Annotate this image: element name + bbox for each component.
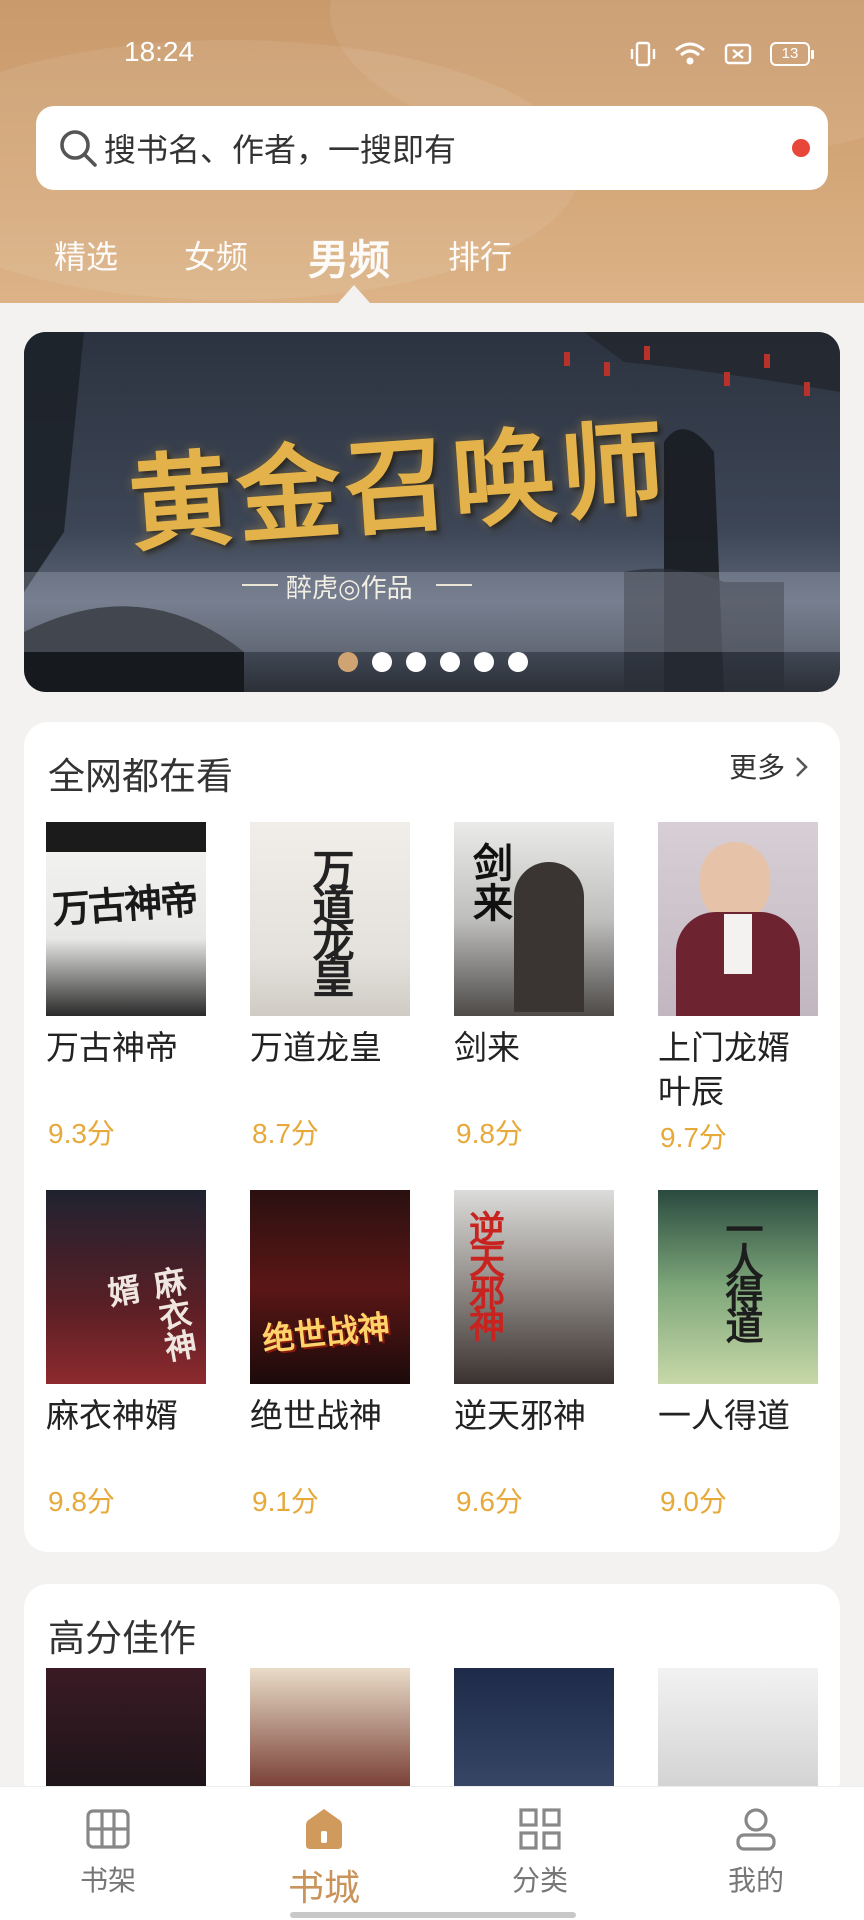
cover-text: 麻衣神婿 <box>100 1263 201 1365</box>
book-title: 逆天邪神 <box>454 1396 586 1435</box>
section-title: 全网都在看 <box>48 755 233 798</box>
book-title: 绝世战神 <box>250 1396 382 1435</box>
sim-off-icon <box>724 43 752 65</box>
book-cover: 逆天邪神 <box>454 1190 614 1384</box>
grid-icon <box>519 1808 561 1850</box>
book-score: 9.0分 <box>660 1486 727 1517</box>
status-icons: 13 <box>630 40 814 68</box>
cover-text: 逆天邪神 <box>463 1210 505 1338</box>
tab-ranking[interactable]: 排行 <box>448 232 512 278</box>
divider <box>242 584 278 586</box>
home-indicator[interactable] <box>290 1912 576 1918</box>
search-placeholder: 搜书名、作者，一搜即有 <box>104 131 457 169</box>
user-icon <box>736 1808 776 1851</box>
banner-author: 醉虎◎作品 <box>286 574 413 604</box>
bottom-nav: 书架 书城 分类 我的 <box>0 1786 864 1920</box>
more-link[interactable]: 更多 <box>729 746 810 786</box>
vibrate-icon <box>630 41 656 67</box>
book-cover[interactable] <box>454 1668 614 1804</box>
nav-bookstore[interactable]: 书城 <box>264 1805 384 1911</box>
book-score: 9.1分 <box>252 1486 319 1517</box>
section-top-rated: 高分佳作 <box>24 1584 840 1804</box>
category-tabs: 精选 女频 男频 排行 <box>0 222 864 284</box>
book-item[interactable]: 上门龙婿叶辰 <box>658 822 818 1114</box>
book-score: 9.8分 <box>48 1486 115 1517</box>
notification-dot <box>792 139 810 157</box>
nav-label: 分类 <box>511 1864 568 1897</box>
promo-banner[interactable]: 黄金召唤师 醉虎◎作品 <box>24 332 840 692</box>
tab-male[interactable]: 男频 <box>308 226 390 286</box>
book-item[interactable]: 万道龙皇 万道龙皇 <box>250 822 410 1070</box>
battery-icon: 13 <box>770 42 814 66</box>
cover-figure-head <box>700 842 770 922</box>
search-bar[interactable]: 搜书名、作者，一搜即有 <box>36 106 828 190</box>
book-score: 9.8分 <box>456 1118 523 1149</box>
book-cover: 麻衣神婿 <box>46 1190 206 1384</box>
book-score: 9.7分 <box>660 1122 727 1153</box>
book-score: 9.6分 <box>456 1486 523 1517</box>
wifi-icon <box>675 42 705 65</box>
book-score: 8.7分 <box>252 1118 319 1149</box>
nav-label: 书城 <box>287 1868 360 1909</box>
cover-text: 绝世战神 <box>260 1307 392 1359</box>
cover-text: 剑来 <box>466 842 513 922</box>
nav-category[interactable]: 分类 <box>480 1805 600 1899</box>
book-title: 上门龙婿叶辰 <box>658 1028 790 1111</box>
book-item[interactable]: 绝世战神 绝世战神 <box>250 1190 410 1438</box>
status-time: 18:24 <box>124 36 195 67</box>
tab-featured[interactable]: 精选 <box>54 232 118 278</box>
tab-female[interactable]: 女频 <box>184 232 248 278</box>
banner-mist <box>24 572 840 652</box>
cover-text: 万道龙皇 <box>306 848 355 992</box>
chevron-right-icon <box>796 757 808 777</box>
carousel-dot[interactable] <box>440 652 460 672</box>
book-cover <box>658 822 818 1016</box>
book-title: 万道龙皇 <box>250 1028 382 1067</box>
book-cover: 绝世战神 <box>250 1190 410 1384</box>
book-cover: 万道龙皇 <box>250 822 410 1016</box>
cover-text: 一人得道 <box>719 1210 764 1338</box>
book-cover: 一人得道 <box>658 1190 818 1384</box>
carousel-dot[interactable] <box>338 652 358 672</box>
carousel-dot[interactable] <box>508 652 528 672</box>
nav-label: 我的 <box>727 1864 784 1897</box>
cover-text: 万古神帝 <box>50 877 198 932</box>
cover-decoration <box>46 822 206 852</box>
book-item[interactable]: 剑来 剑来 <box>454 822 614 1070</box>
nav-bookshelf[interactable]: 书架 <box>48 1805 168 1899</box>
status-bar: 18:24 13 <box>0 0 864 100</box>
cover-figure <box>514 862 584 1012</box>
book-item[interactable]: 逆天邪神 逆天邪神 <box>454 1190 614 1438</box>
section-hot: 全网都在看 更多 万古神帝 万古神帝 9.3分 万道龙皇 万道龙皇 8.7分 剑… <box>24 722 840 1552</box>
divider <box>436 584 472 586</box>
book-cover[interactable] <box>658 1668 818 1804</box>
book-item[interactable]: 一人得道 一人得道 <box>658 1190 818 1438</box>
header: 18:24 13 搜书名、作者，一搜即有 精选 女频 男频 排行 <box>0 0 864 303</box>
nav-profile[interactable]: 我的 <box>696 1805 816 1899</box>
book-title: 万古神帝 <box>46 1028 178 1067</box>
carousel-dot[interactable] <box>406 652 426 672</box>
nav-label: 书架 <box>79 1864 136 1897</box>
book-title: 一人得道 <box>658 1396 790 1435</box>
more-label: 更多 <box>729 751 786 784</box>
bookshelf-icon <box>86 1809 130 1849</box>
book-cover[interactable] <box>46 1668 206 1804</box>
carousel-dot[interactable] <box>372 652 392 672</box>
cover-figure-shirt <box>724 914 752 974</box>
book-score: 9.3分 <box>48 1118 115 1149</box>
book-item[interactable]: 麻衣神婿 麻衣神婿 <box>46 1190 206 1438</box>
book-cover[interactable] <box>250 1668 410 1804</box>
carousel-dot[interactable] <box>474 652 494 672</box>
carousel-dots <box>338 652 528 672</box>
section-title: 高分佳作 <box>48 1617 196 1660</box>
book-item[interactable]: 万古神帝 万古神帝 <box>46 822 206 1070</box>
book-cover: 万古神帝 <box>46 822 206 1016</box>
book-title: 麻衣神婿 <box>46 1396 178 1435</box>
book-title: 剑来 <box>454 1028 520 1067</box>
tab-active-indicator <box>338 285 370 303</box>
home-icon <box>306 1809 342 1849</box>
search-icon <box>60 130 97 167</box>
book-cover: 剑来 <box>454 822 614 1016</box>
